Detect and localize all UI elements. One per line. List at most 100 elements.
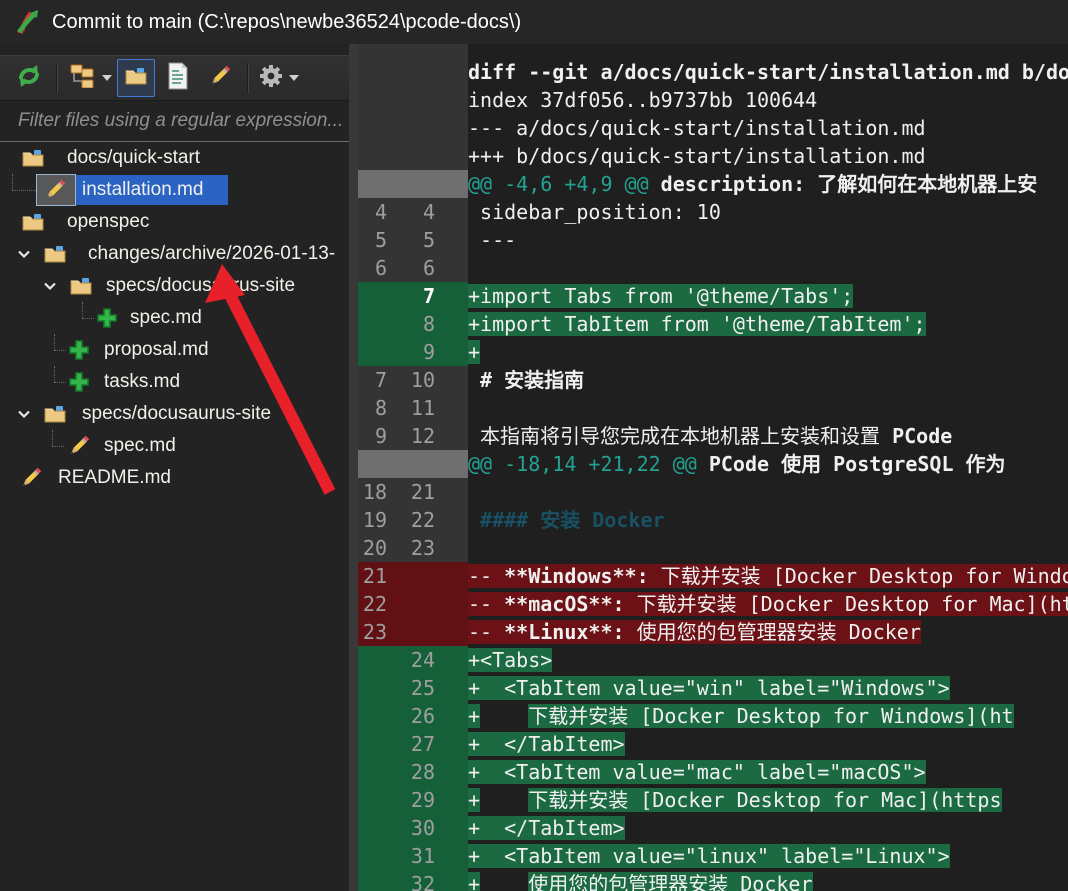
diff-line-text: + </TabItem> — [468, 814, 1068, 842]
diff-line: 811 — [358, 394, 1068, 422]
diff-gutter: 22 — [358, 590, 468, 618]
tree-item-label: openspec — [67, 211, 149, 233]
diff-gutter — [358, 142, 468, 170]
diff-gutter: 710 — [358, 366, 468, 394]
diff-line-text: + <TabItem value="mac" label="macOS"> — [468, 758, 1068, 786]
show-document-button[interactable] — [159, 59, 197, 97]
diff-gutter: 2023 — [358, 534, 468, 562]
refresh-icon — [14, 61, 44, 96]
edit-button[interactable] — [201, 59, 239, 97]
tree-item-label: specs/docusaurus-site — [106, 275, 295, 297]
diff-line-text: + <TabItem value="linux" label="Linux"> — [468, 842, 1068, 870]
folder-icon — [44, 245, 66, 263]
diff-gutter: 55 — [358, 226, 468, 254]
diff-line: 32+ 使用您的包管理器安装 Docker — [358, 870, 1068, 891]
diff-line: --- a/docs/quick-start/installation.md — [358, 114, 1068, 142]
refresh-button[interactable] — [10, 59, 48, 97]
tree-item-label: README.md — [58, 467, 171, 489]
diff-line-text: --- a/docs/quick-start/installation.md — [468, 114, 1068, 142]
diff-line: 66 — [358, 254, 1068, 282]
diff-gutter: 27 — [358, 730, 468, 758]
diff-line-text: diff --git a/docs/quick-start/installati… — [468, 58, 1068, 86]
filter-box — [0, 101, 349, 142]
tree-item-specs-docusaurus-site[interactable]: specs/docusaurus-site — [0, 398, 349, 430]
diff-gutter: 25 — [358, 674, 468, 702]
tree-item-docs-quick-start[interactable]: docs/quick-start — [0, 142, 349, 174]
diff-line-text: +++ b/docs/quick-start/installation.md — [468, 142, 1068, 170]
folder-icon — [22, 149, 44, 167]
diff-viewer: diff --git a/docs/quick-start/installati… — [358, 44, 1068, 891]
diff-line: 27+ </TabItem> — [358, 730, 1068, 758]
diff-line-text: + — [468, 338, 1068, 366]
diff-line-text: + 下载并安装 [Docker Desktop for Windows](ht — [468, 702, 1068, 730]
diff-gutter: 30 — [358, 814, 468, 842]
diff-gutter: 32 — [358, 870, 468, 891]
diff-gutter — [358, 450, 468, 478]
tree-item-tasks.md[interactable]: tasks.md — [0, 366, 349, 398]
diff-gutter: 21 — [358, 562, 468, 590]
tree-item-label: spec.md — [130, 307, 202, 329]
chevron-down-icon[interactable] — [16, 406, 32, 422]
tree-item-label: proposal.md — [104, 339, 209, 361]
toolbar — [0, 55, 349, 101]
diff-gutter — [358, 86, 468, 114]
tree-item-readme.md[interactable]: README.md — [0, 462, 349, 494]
diff-line-text: index 37df056..b9737bb 100644 — [468, 86, 1068, 114]
tree-item-specs-docusaurus-site[interactable]: specs/docusaurus-site — [0, 270, 349, 302]
diff-line-text — [468, 254, 1068, 282]
diff-line: 7+import Tabs from '@theme/Tabs'; — [358, 282, 1068, 310]
file-tree-panel: docs/quick-start installation.md openspec c… — [0, 44, 349, 891]
dropdown-caret-icon — [289, 75, 299, 81]
tree-item-spec.md[interactable]: spec.md — [0, 430, 349, 462]
tree-item-changes-archive-2026-01-13-[interactable]: changes/archive/2026-01-13- — [0, 238, 349, 270]
diff-gutter: 26 — [358, 702, 468, 730]
diff-line: 912 本指南将引导您完成在本地机器上安装和设置 PCode — [358, 422, 1068, 450]
diff-gutter — [358, 170, 468, 198]
tree-item-openspec[interactable]: openspec — [0, 206, 349, 238]
show-file-tree-button[interactable] — [66, 59, 113, 97]
window-title: Commit to main (C:\repos\newbe36524\pcod… — [52, 11, 521, 34]
diff-line-text: -- **Linux**: 使用您的包管理器安装 Docker — [468, 618, 1068, 646]
diff-line-text — [468, 534, 1068, 562]
diff-line-text: +<Tabs> — [468, 646, 1068, 674]
diff-line: 55 --- — [358, 226, 1068, 254]
group-by-folder-button[interactable] — [117, 59, 155, 97]
tree-item-proposal.md[interactable]: proposal.md — [0, 334, 349, 366]
pencil-icon — [207, 63, 233, 94]
diff-gutter: 24 — [358, 646, 468, 674]
diff-line-text: + 下载并安装 [Docker Desktop for Mac](https — [468, 786, 1068, 814]
gear-icon — [258, 63, 284, 94]
document-icon — [167, 62, 189, 95]
tree-item-spec.md[interactable]: spec.md — [0, 302, 349, 334]
tree-item-installation.md[interactable]: installation.md — [0, 174, 349, 206]
git-extensions-logo-icon — [12, 7, 42, 37]
title-bar: Commit to main (C:\repos\newbe36524\pcod… — [0, 0, 1068, 44]
diff-gutter: 912 — [358, 422, 468, 450]
diff-gutter: 28 — [358, 758, 468, 786]
diff-gutter: 8 — [358, 310, 468, 338]
diff-line: 8+import TabItem from '@theme/TabItem'; — [358, 310, 1068, 338]
diff-line-text — [468, 394, 1068, 422]
diff-line-text: +import Tabs from '@theme/Tabs'; — [468, 282, 1068, 310]
diff-gutter: 811 — [358, 394, 468, 422]
plus-icon — [68, 339, 90, 361]
chevron-down-icon[interactable] — [16, 246, 32, 262]
diff-line-text: + <TabItem value="win" label="Windows"> — [468, 674, 1068, 702]
diff-line-text: sidebar_position: 10 — [468, 198, 1068, 226]
settings-button[interactable] — [257, 59, 300, 97]
main-area: docs/quick-start installation.md openspec c… — [0, 44, 1068, 891]
diff-line-text: # 安装指南 — [468, 366, 1068, 394]
diff-line: 21-- **Windows**: 下载并安装 [Docker Desktop … — [358, 562, 1068, 590]
filter-input[interactable] — [0, 101, 349, 141]
folder-icon — [125, 67, 147, 90]
diff-line-text: @@ -18,14 +21,22 @@ PCode 使用 PostgreSQL … — [468, 450, 1068, 478]
panel-splitter[interactable] — [349, 44, 358, 891]
diff-line: +++ b/docs/quick-start/installation.md — [358, 142, 1068, 170]
chevron-down-icon[interactable] — [42, 278, 58, 294]
diff-panel[interactable]: diff --git a/docs/quick-start/installati… — [358, 44, 1068, 891]
tree-item-label: specs/docusaurus-site — [82, 403, 271, 425]
diff-line: 44 sidebar_position: 10 — [358, 198, 1068, 226]
tree-item-label: spec.md — [104, 435, 176, 457]
tree-item-label: docs/quick-start — [67, 147, 200, 169]
tree-item-label: tasks.md — [104, 371, 180, 393]
